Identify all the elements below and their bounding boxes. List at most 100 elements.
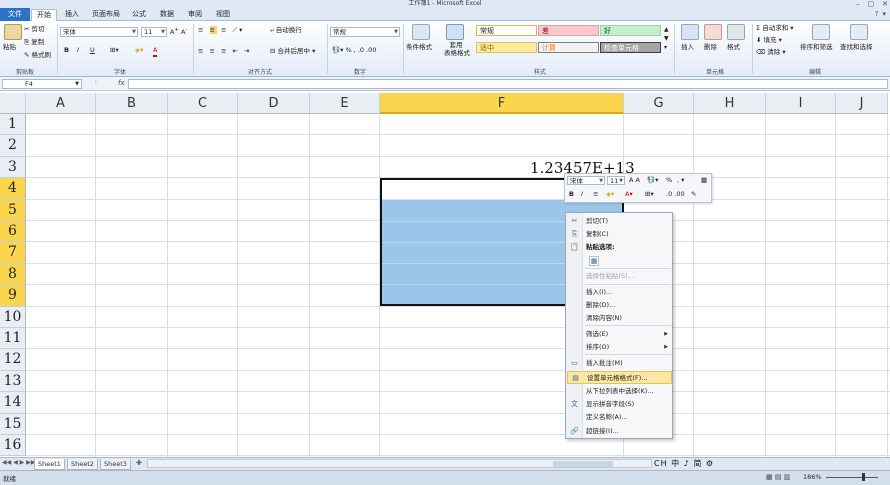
grow-font-icon[interactable]: A+ A-	[170, 26, 187, 37]
menu-item-0[interactable]: ✂ 剪切(T)	[567, 215, 672, 228]
mini-decimal-icon[interactable]: .0 .00	[666, 190, 685, 199]
mini-format-icon[interactable]: ▦	[701, 176, 707, 185]
tab-data[interactable]: 数据	[155, 8, 179, 21]
insert-cells-button[interactable]: 插入	[681, 43, 694, 52]
row-header-13[interactable]: 13	[0, 370, 26, 393]
menu-item-13[interactable]: 文显示拼音字段(S)	[567, 398, 672, 411]
menu-item-15[interactable]: 🔗 超链接(I)...	[567, 425, 672, 438]
conditional-format-button[interactable]: 条件格式	[406, 43, 432, 52]
mini-grow-font-icon[interactable]: A A	[629, 176, 640, 185]
bold-button[interactable]: B	[64, 46, 69, 55]
cut-button[interactable]: ✂ 剪切	[24, 25, 45, 34]
mini-currency-icon[interactable]: 💱▾	[647, 176, 658, 185]
style-check-cell[interactable]: 检查单元格	[600, 42, 661, 53]
close-button[interactable]: ✕	[882, 0, 888, 8]
tab-review[interactable]: 审阅	[183, 8, 207, 21]
sheet-nav-icons[interactable]: ◀◀ ◀ ▶ ▶▶	[2, 459, 35, 466]
menu-item-5[interactable]: 插入(I)...	[567, 286, 672, 299]
copy-button[interactable]: ⎘ 复制	[24, 38, 44, 47]
table-format-icon[interactable]	[446, 24, 464, 40]
menu-item-2[interactable]: 📋 粘贴选项:	[567, 241, 672, 254]
row-header-2[interactable]: 2	[0, 135, 26, 157]
tab-view[interactable]: 视图	[211, 8, 235, 21]
maximize-button[interactable]: ▢	[868, 0, 875, 8]
menu-item-14[interactable]: 定义名称(A)...	[567, 411, 672, 424]
row-header-9[interactable]: 9	[0, 285, 26, 307]
column-header-d[interactable]: D	[238, 93, 310, 114]
mini-border-icon[interactable]: ⊞▾	[645, 190, 654, 199]
row-header-1[interactable]: 1	[0, 114, 26, 136]
italic-button[interactable]: I	[77, 46, 79, 55]
scroll-thumb[interactable]	[553, 461, 613, 467]
row-header-8[interactable]: 8	[0, 263, 26, 286]
sheet-tab-3[interactable]: Sheet3	[100, 459, 131, 470]
menu-item-1[interactable]: ⎘ 复制(C)	[567, 228, 672, 241]
style-normal[interactable]: 常规	[476, 25, 537, 36]
align-left-icons[interactable]: ≡ ≡ ≡ ⇤ ⇥	[198, 47, 252, 56]
tab-page-layout[interactable]: 页面布局	[87, 8, 125, 21]
name-box[interactable]: F4 ▼	[2, 79, 82, 89]
mini-size-combo[interactable]: 11 ▼	[607, 176, 625, 185]
currency-icon[interactable]: 💱▾ % , .0 .00	[332, 46, 376, 55]
tab-formulas[interactable]: 公式	[127, 8, 151, 21]
sheet-tab-2[interactable]: Sheet2	[67, 459, 98, 470]
zoom-level[interactable]: 186%	[803, 473, 822, 481]
row-header-7[interactable]: 7	[0, 242, 26, 264]
styles-scroll-icon[interactable]: ▲ ▼ ▾	[664, 25, 669, 52]
ime-toolbar[interactable]: CH 中 ♪ 简 ⚙	[654, 458, 714, 469]
mini-comma-icon[interactable]: , ▾	[677, 176, 684, 185]
font-name-combo[interactable]: 宋体 ▼	[60, 27, 138, 37]
column-header-h[interactable]: H	[694, 93, 766, 114]
menu-item-11[interactable]: ▤ 设置单元格格式(F)...	[567, 371, 672, 384]
menu-item-8[interactable]: 筛选(E) ▶	[567, 328, 672, 341]
new-sheet-icon[interactable]: ✚	[136, 459, 142, 467]
row-header-16[interactable]: 16	[0, 435, 26, 457]
sort-filter-icon[interactable]	[812, 24, 830, 40]
column-header-e[interactable]: E	[310, 93, 380, 114]
sort-filter-button[interactable]: 排序和筛选	[800, 43, 833, 52]
select-all-corner[interactable]	[0, 93, 26, 114]
row-header-6[interactable]: 6	[0, 221, 26, 243]
mini-bold-icon[interactable]: B	[569, 190, 574, 199]
style-calculation[interactable]: 计算	[538, 42, 599, 53]
column-header-c[interactable]: C	[168, 93, 238, 114]
mini-format-painter-icon[interactable]: ✎	[691, 190, 696, 199]
mini-italic-icon[interactable]: I	[581, 190, 583, 199]
horizontal-scrollbar[interactable]	[147, 459, 652, 468]
minimize-ribbon-icon[interactable]: ▾	[882, 10, 886, 18]
sheet-tab-1[interactable]: Sheet1	[34, 459, 65, 470]
delete-cells-icon[interactable]	[704, 24, 722, 40]
row-header-5[interactable]: 5	[0, 199, 26, 221]
fill-button[interactable]: ⬇ 填充 ▾	[756, 36, 782, 45]
font-color-button[interactable]: A	[153, 46, 158, 57]
clear-button[interactable]: ⌫ 清除 ▾	[756, 48, 786, 57]
column-header-j[interactable]: J	[836, 93, 888, 114]
fill-color-icon[interactable]: ◈▾	[135, 46, 143, 55]
minimize-button[interactable]: –	[856, 0, 860, 8]
column-header-b[interactable]: B	[96, 93, 168, 114]
zoom-slider[interactable]	[826, 477, 878, 478]
column-header-i[interactable]: I	[766, 93, 836, 114]
mini-fill-color-icon[interactable]: ◈▾	[606, 190, 614, 199]
wrap-text-button[interactable]: ⤶ 自动换行	[270, 26, 302, 35]
mini-percent-button[interactable]: %	[666, 176, 672, 185]
insert-cells-icon[interactable]	[681, 24, 699, 40]
column-header-g[interactable]: G	[624, 93, 694, 114]
format-painter-button[interactable]: ✎ 格式刷	[24, 51, 51, 60]
table-format-button[interactable]: 套用 表格格式	[444, 41, 470, 57]
underline-button[interactable]: U	[90, 46, 95, 55]
style-bad[interactable]: 差	[538, 25, 599, 36]
menu-item-3[interactable]: ▦	[567, 254, 672, 268]
delete-cells-button[interactable]: 删除	[704, 43, 717, 52]
view-mode-icons[interactable]: ▦ ▤ ▥	[766, 473, 790, 481]
tab-file[interactable]: 文件	[0, 8, 30, 21]
number-format-combo[interactable]: 常规 ▼	[330, 27, 400, 37]
tab-insert[interactable]: 插入	[60, 8, 84, 21]
row-header-4[interactable]: 4	[0, 178, 26, 200]
conditional-format-icon[interactable]	[412, 24, 430, 40]
menu-item-6[interactable]: 删除(D)...	[567, 299, 672, 312]
format-cells-button[interactable]: 格式	[727, 43, 740, 52]
row-header-15[interactable]: 15	[0, 413, 26, 435]
merge-center-button[interactable]: ⊟ 合并后居中 ▾	[270, 47, 315, 56]
border-icon[interactable]: ⊞▾	[110, 46, 119, 55]
